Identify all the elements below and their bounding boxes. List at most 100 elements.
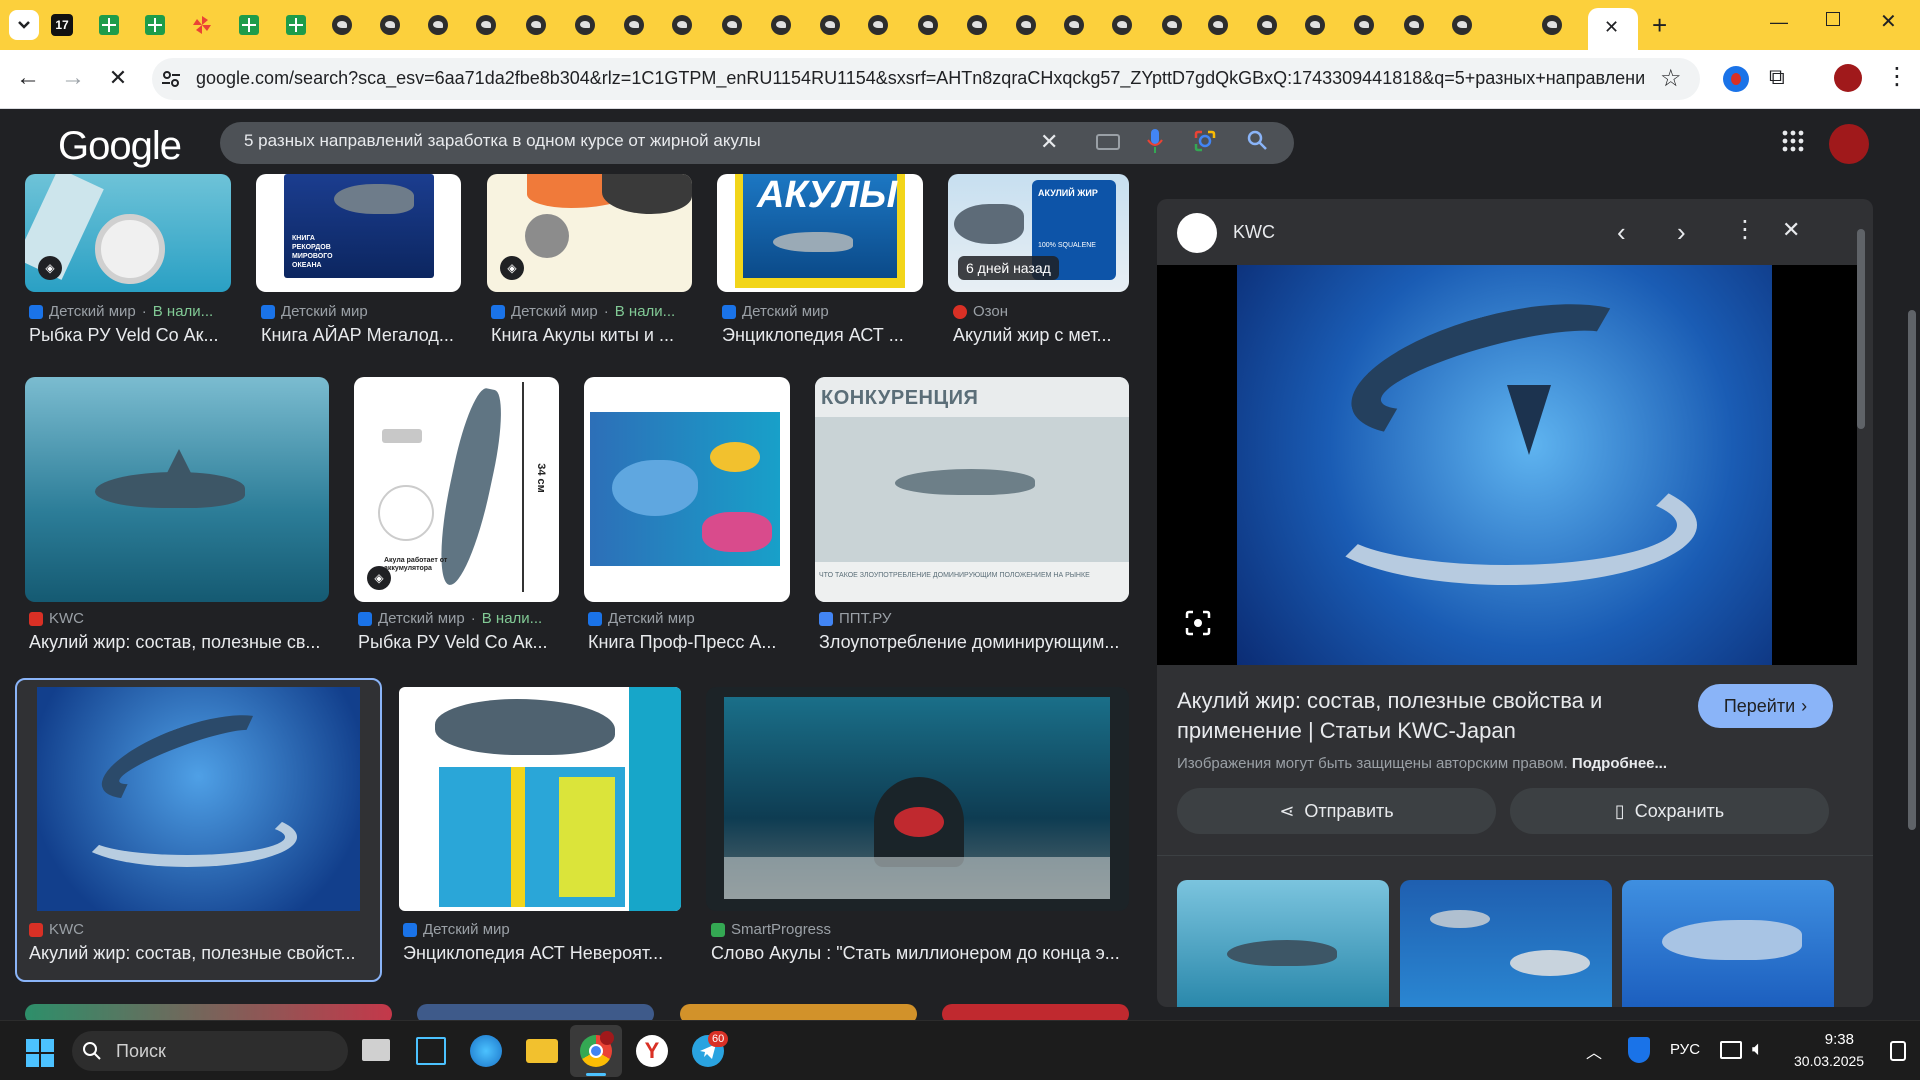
shark-favicon[interactable] [1352,13,1376,37]
result-title[interactable]: Энциклопедия АСТ ... [722,325,922,346]
extensions-puzzle-icon[interactable]: ⧉ [1769,64,1785,90]
shark-favicon[interactable] [769,13,793,37]
result-image-10[interactable] [37,687,360,911]
apps-grid-icon[interactable] [1782,130,1804,157]
close-panel-icon[interactable]: ✕ [1782,217,1800,243]
minimize-icon[interactable]: — [1770,12,1788,33]
shark-favicon[interactable] [1160,13,1184,37]
keyboard-icon[interactable] [1096,134,1120,150]
shark-favicon[interactable] [524,13,548,37]
search-submit-icon[interactable] [1245,128,1269,157]
shark-favicon[interactable] [426,13,450,37]
shark-favicon[interactable] [1206,13,1230,37]
shark-favicon[interactable] [916,13,940,37]
network-icon[interactable] [1720,1041,1742,1059]
shark-favicon[interactable] [622,13,646,37]
result-title[interactable]: Слово Акулы : "Стать миллионером до конц… [711,943,1126,964]
result-title[interactable]: Рыбка РУ Veld Co Ак... [29,325,229,346]
maximize-icon[interactable] [1826,12,1840,26]
task-view-icon[interactable] [362,1039,390,1061]
lens-search-icon[interactable] [1185,610,1211,636]
panel-scrollbar[interactable] [1854,209,1868,1004]
shark-favicon[interactable] [866,13,890,37]
share-button[interactable]: ⋖ Отправить [1177,788,1496,834]
panel-site-name[interactable]: KWC [1233,222,1275,243]
notifications-icon[interactable] [1890,1041,1906,1061]
volume-muted-icon[interactable]: 🔈︎ [1752,1038,1764,1061]
shark-favicon[interactable] [720,13,744,37]
back-icon[interactable]: ← [10,60,46,96]
result-image-5[interactable]: АКУЛИЙ ЖИР 100% SQUALENE 6 дней назад [948,174,1129,292]
related-image-1[interactable] [1177,880,1389,1007]
result-image-16[interactable] [942,1004,1129,1020]
result-title[interactable]: Книга АЙАР Мегалод... [261,325,461,346]
shark-favicon[interactable] [1110,13,1134,37]
tab-list-icon[interactable] [9,10,39,40]
stop-loading-icon[interactable]: ✕ [100,60,136,96]
sheets-icon[interactable] [284,13,308,37]
page-scrollbar[interactable] [1904,110,1920,1020]
result-title[interactable]: Злоупотребление доминирующим... [819,632,1129,653]
taskbar-search[interactable]: Поиск [72,1031,348,1071]
panel-title[interactable]: Акулий жир: состав, полезные свойства и … [1177,686,1677,746]
sheets-icon[interactable] [143,13,167,37]
shark-favicon[interactable] [818,13,842,37]
result-image-14[interactable] [417,1004,654,1020]
save-button[interactable]: ▯ Сохранить [1510,788,1829,834]
sheets-icon[interactable] [97,13,121,37]
tv-icon[interactable]: 17 [50,13,74,37]
shark-favicon[interactable] [1014,13,1038,37]
preview-image[interactable] [1157,265,1857,665]
result-image-2[interactable]: КНИГА РЕКОРДОВ МИРОВОГО ОКЕАНА [256,174,461,292]
result-image-13[interactable] [25,1004,392,1020]
shark-favicon[interactable] [1062,13,1086,37]
google-lens-icon[interactable] [1193,129,1217,158]
shark-favicon[interactable] [1255,13,1279,37]
clock-time[interactable]: 9:38 [1794,1031,1854,1048]
result-title[interactable]: Акулий жир с мет... [953,325,1128,346]
clear-search-icon[interactable]: ✕ [1040,129,1058,155]
file-explorer-icon[interactable] [526,1039,558,1063]
result-title[interactable]: Книга Проф-Пресс А... [588,632,788,653]
shark-favicon[interactable] [1450,13,1474,37]
result-image-15[interactable] [680,1004,917,1020]
related-image-2[interactable] [1400,880,1612,1007]
language-indicator[interactable]: РУС [1670,1041,1700,1058]
extension-icon[interactable] [1723,66,1749,92]
show-hidden-icons[interactable]: ︿ [1586,1039,1602,1063]
result-image-9[interactable]: КОНКУРЕНЦИЯ ЧТО ТАКОЕ ЗЛОУПОТРЕБЛЕНИЕ ДО… [815,377,1129,602]
pinwheel-icon[interactable] [190,13,214,37]
shark-favicon[interactable] [330,13,354,37]
snipping-tool-icon[interactable] [416,1037,446,1065]
more-options-icon[interactable]: ⋮ [1733,215,1757,244]
visit-button[interactable]: Перейти › [1698,684,1833,728]
result-image-6[interactable] [25,377,329,602]
account-avatar[interactable] [1829,124,1869,164]
clock-date[interactable]: 30.03.2025 [1794,1053,1882,1069]
shark-favicon[interactable] [965,13,989,37]
new-tab-button[interactable]: + [1652,10,1667,41]
profile-avatar[interactable] [1834,64,1862,92]
security-shield-icon[interactable] [1628,1037,1650,1063]
next-image-icon[interactable]: › [1677,217,1686,248]
result-title[interactable]: Акулий жир: состав, полезные свойст... [29,943,364,964]
google-logo[interactable]: Google [58,124,182,169]
shark-favicon[interactable] [378,13,402,37]
windows-start-icon[interactable] [26,1039,54,1072]
shark-favicon[interactable] [1303,13,1327,37]
related-image-3[interactable] [1622,880,1834,1007]
previous-image-icon[interactable]: ‹ [1617,217,1626,248]
chrome-taskbar-active[interactable] [570,1025,622,1077]
result-title[interactable]: Энциклопедия АСТ Невероят... [403,943,668,964]
search-query[interactable]: 5 разных направлений заработка в одном к… [244,131,761,151]
microphone-icon[interactable] [1146,128,1164,159]
learn-more-link[interactable]: Подробнее... [1572,755,1667,772]
shark-favicon[interactable] [1402,13,1426,37]
browser-menu-icon[interactable]: ⋮ [1885,62,1909,91]
bookmark-star-icon[interactable]: ☆ [1660,64,1682,93]
result-title[interactable]: Акулий жир: состав, полезные св... [29,632,329,653]
shark-favicon[interactable] [670,13,694,37]
shark-favicon[interactable] [573,13,597,37]
result-image-8[interactable] [584,377,790,602]
result-title[interactable]: Рыбка РУ Veld Co Ак... [358,632,558,653]
